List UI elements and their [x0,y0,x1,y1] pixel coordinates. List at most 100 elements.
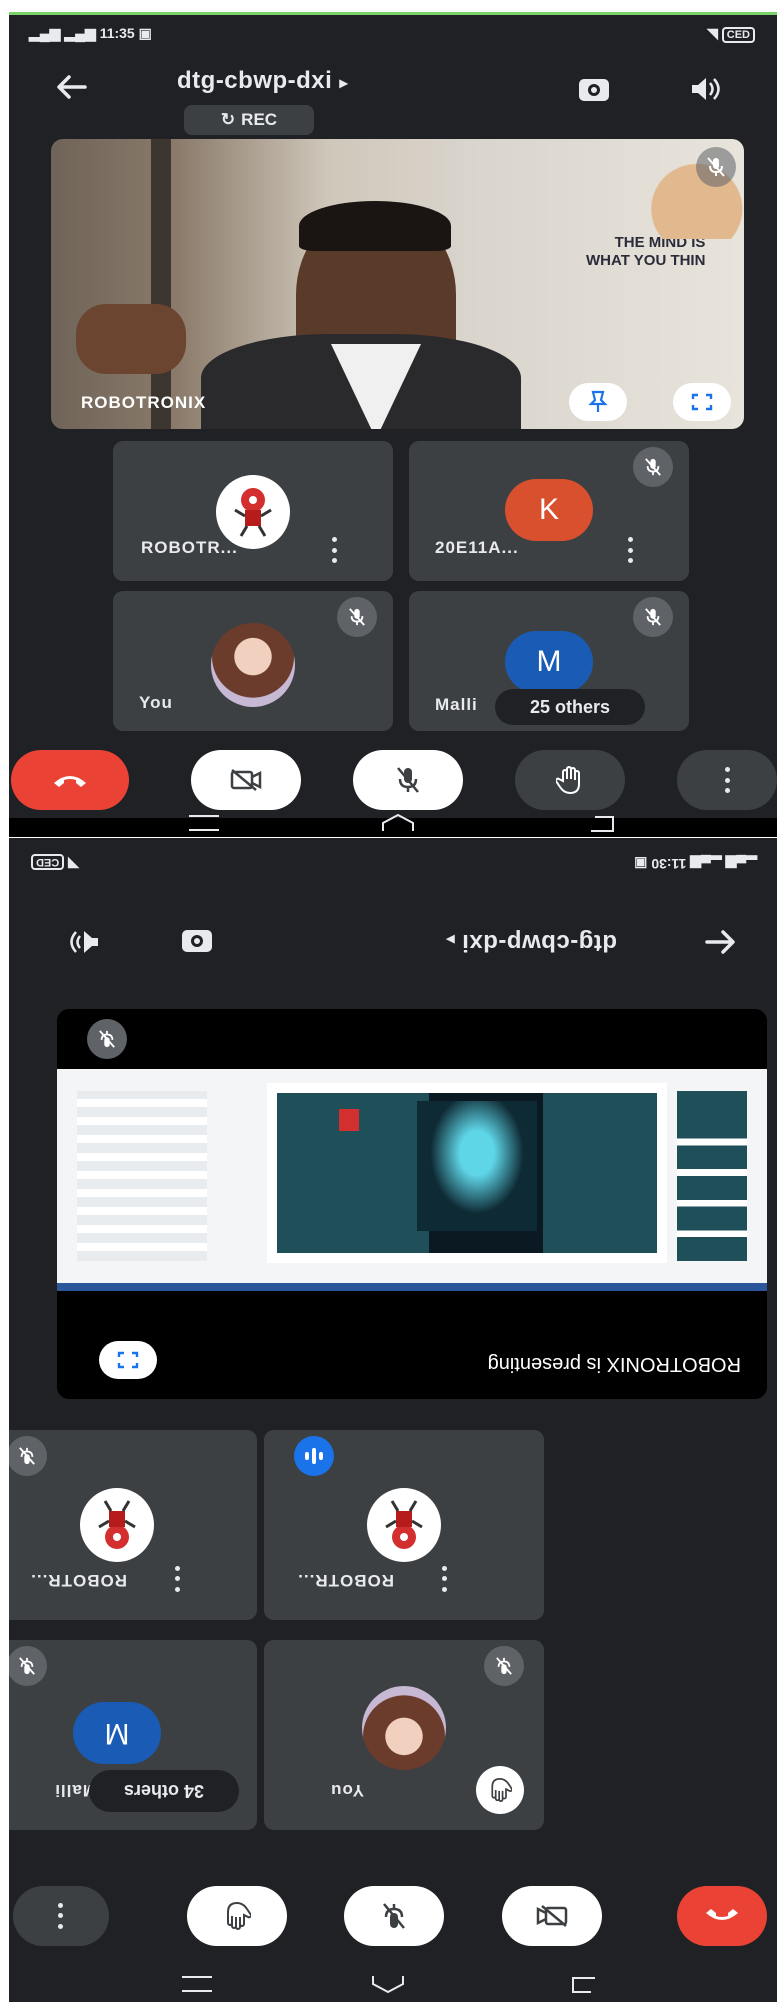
fullscreen-icon[interactable] [99,1341,157,1379]
recents-icon[interactable] [182,1976,212,1992]
recording-label: REC [241,110,278,129]
camera-switch-icon[interactable] [574,69,614,109]
participant-tile[interactable]: K 20E11A... [409,441,689,581]
back-nav-icon[interactable] [587,815,617,837]
poster-text: THE MIND IS WHAT YOU THIN [586,234,706,269]
speaker-hair [299,201,451,251]
more-options-button[interactable] [13,1886,109,1946]
image-icon: ▣ [138,25,152,41]
back-nav-icon[interactable] [569,1971,599,1994]
participant-name: You [139,693,173,712]
more-icon[interactable] [627,537,633,563]
meeting-code: dtg-cbwp-dxi [461,929,617,956]
status-bar: ▂▄▆ ▂▄▆ 11:35 ▣ [29,25,152,42]
fullscreen-icon[interactable] [673,383,731,421]
recents-icon[interactable] [189,815,219,831]
robot-avatar [367,1488,441,1562]
raised-hand-icon [476,1766,524,1814]
window-titlebar [57,1283,767,1291]
video-off-button[interactable] [191,750,301,810]
more-icon[interactable] [175,1566,181,1592]
mic-off-icon [633,597,673,637]
speaker-icon[interactable] [685,69,725,109]
battery-indicator: CED [31,854,65,870]
participant-tile-others[interactable]: M Malli 25 others [409,591,689,731]
pin-icon[interactable] [569,383,627,421]
speaker-icon[interactable] [65,922,105,962]
back-arrow-icon[interactable] [51,67,91,107]
participant-tile[interactable]: ROBOTR... [113,441,393,581]
mic-off-icon [484,1646,524,1686]
end-call-button[interactable] [677,1886,767,1946]
others-count-pill: 34 others [89,1770,239,1812]
main-speaker-video[interactable]: THE MIND IS WHAT YOU THIN ROBOTRONIX [51,139,744,429]
presenting-caption: ROBOTRONIX is presenting [487,1353,741,1375]
more-icon[interactable] [442,1566,448,1592]
recording-icon: ↻ [220,110,236,129]
raise-hand-button[interactable] [515,750,625,810]
more-options-button[interactable] [677,750,777,810]
presentation-panel[interactable]: ROBOTRONIX is presenting [57,1009,767,1399]
status-time: 11:35 [99,25,135,41]
video-off-button[interactable] [502,1886,602,1946]
speaking-indicator-icon [294,1436,334,1476]
participant-name: Malli [435,695,478,714]
image-icon: ▣ [634,856,648,872]
letter-avatar: K [505,479,593,541]
raise-hand-button[interactable] [187,1886,287,1946]
end-call-button[interactable] [11,750,129,810]
mic-off-icon [9,1646,47,1686]
participant-tile-speaking[interactable]: ROBOTR... [264,1430,544,1620]
title-chevron-icon: ▸ [339,75,349,92]
more-icon [724,767,730,793]
mic-off-icon [696,147,736,187]
meeting-code: dtg-cbwp-dxi [177,67,333,94]
participant-name: 20E11A... [435,538,519,557]
others-count-pill: 25 others [495,689,645,725]
participant-tile[interactable]: ROBOTR... [9,1430,257,1620]
battery-indicator: CED [721,27,755,43]
letter-avatar: M [73,1702,161,1764]
signal-icon: ▂▄▆ ▂▄▆ [29,25,100,41]
signal-icon: ▂▄▆ ▂▄▆ [686,856,757,872]
more-icon [58,1903,64,1929]
robot-avatar [80,1488,154,1562]
participant-name: ROBOTR... [141,538,238,557]
status-right: ◥ CED [707,25,755,43]
participant-name: ROBOTR... [30,1571,127,1590]
back-arrow-icon[interactable] [701,922,741,962]
home-icon[interactable] [381,813,415,837]
slide-corridor [417,1101,537,1231]
slide-red-mark [339,1109,359,1131]
meeting-title[interactable]: dtg-cbwp-dxi ▸ [177,67,348,95]
mic-off-icon [633,447,673,487]
wifi-icon: ◥ [64,856,79,872]
participant-tile-self[interactable]: You [113,591,393,731]
mic-off-icon [9,1436,47,1476]
main-speaker-name: ROBOTRONIX [81,393,207,412]
wifi-icon: ◥ [707,25,722,41]
side-panel [77,1091,207,1261]
mic-off-button[interactable] [353,750,463,810]
camera-switch-icon[interactable] [177,922,217,962]
top-meeting-screenshot: ▂▄▆ ▂▄▆ 11:35 ▣ ◥ CED dtg-cbwp-dxi ▸ ↻ R… [9,12,777,837]
letter-avatar: M [505,631,593,693]
status-time: 11:30 [651,856,687,872]
shared-screen [57,1069,767,1291]
participant-tile-others[interactable]: M Malli 34 others [9,1640,257,1830]
status-right: ◥ CED [31,854,79,872]
speaker-hand [76,304,186,374]
profile-photo-avatar [362,1686,446,1770]
participant-name: ROBOTR... [297,1571,394,1590]
participant-name: You [330,1781,364,1800]
home-icon[interactable] [371,1969,405,1994]
meeting-title[interactable]: dtg-cbwp-dxi ▸ [446,928,617,956]
profile-photo-avatar [211,623,295,707]
bottom-meeting-screenshot: You M Malli 34 others ROBOTR... ROBOTR..… [9,838,777,2002]
participant-tile-self[interactable]: You [264,1640,544,1830]
mic-off-button[interactable] [344,1886,444,1946]
recording-badge: ↻ REC [184,105,314,135]
mic-off-icon [87,1019,127,1059]
status-bar: ▂▄▆ ▂▄▆ 11:30 ▣ [634,855,757,872]
more-icon[interactable] [331,537,337,563]
